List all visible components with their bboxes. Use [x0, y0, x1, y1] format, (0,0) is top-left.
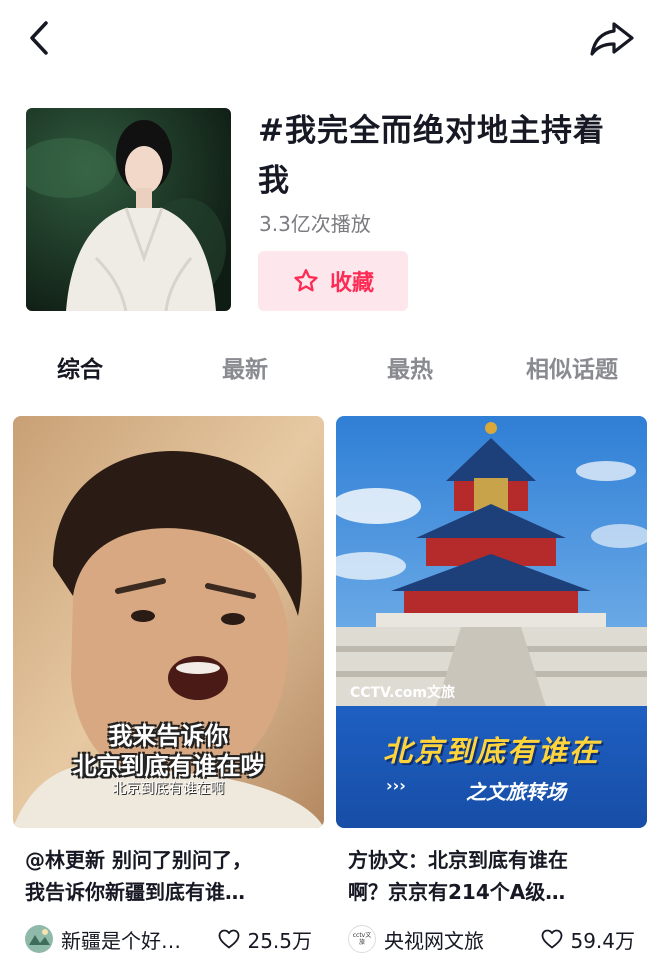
- video-card[interactable]: CCTV.com文旅 北京到底有谁在 ››› 之文旅转场 方协文：北京到底有谁在…: [336, 416, 647, 965]
- favorite-button[interactable]: 收藏: [258, 251, 408, 311]
- video-card[interactable]: 我来告诉你 北京到底有谁在哕 北京到底有谁在啊 @林更新 别问了别问了， 我告诉…: [13, 416, 324, 965]
- video-description-line2: 我告诉你新疆到底有谁…: [25, 880, 245, 904]
- heart-icon: [542, 929, 563, 949]
- share-arrow-icon: [590, 22, 634, 56]
- cctv-logo: CCTV.com文旅: [350, 685, 455, 701]
- like-count-group[interactable]: 25.5万: [217, 921, 312, 957]
- video-author[interactable]: 新疆是个好…: [25, 921, 181, 957]
- avatar[interactable]: cctv文旅: [348, 925, 376, 953]
- play-count: 3.3亿次播放: [259, 212, 371, 236]
- author-name[interactable]: 央视网文旅: [384, 925, 484, 954]
- avatar[interactable]: [25, 925, 53, 953]
- tab-similar-topics[interactable]: 相似话题: [526, 350, 618, 384]
- video-overlay-subtitle: 之文旅转场: [466, 780, 566, 804]
- tab-hottest[interactable]: 最热: [387, 350, 433, 384]
- video-author[interactable]: cctv文旅 央视网文旅: [348, 921, 484, 957]
- topic-title: #我完全而绝对地主持着 我: [258, 106, 638, 206]
- back-button[interactable]: [22, 18, 58, 58]
- triple-chevron-icon: ›››: [386, 776, 406, 795]
- tab-comprehensive[interactable]: 综合: [57, 350, 103, 384]
- favorite-label: 收藏: [329, 271, 374, 296]
- topic-title-line1: #我完全而绝对地主持着: [258, 113, 605, 149]
- heart-icon: [219, 929, 240, 949]
- video-overlay-line3: 北京到底有谁在啊: [112, 781, 225, 797]
- author-name[interactable]: 新疆是个好…: [61, 925, 181, 954]
- like-count: 59.4万: [570, 928, 635, 953]
- video-description-line1: @林更新 别问了别问了，: [25, 848, 252, 872]
- topic-header: #我完全而绝对地主持着 我 3.3亿次播放 收藏: [0, 100, 660, 320]
- video-description[interactable]: @林更新 别问了别问了， 我告诉你新疆到底有谁…: [25, 844, 315, 908]
- video-description-line1: 方协文：北京到底有谁在: [348, 848, 568, 872]
- share-button[interactable]: [588, 18, 636, 58]
- video-overlay-title: 北京到底有谁在: [382, 734, 600, 768]
- chevron-left-icon: [30, 21, 48, 55]
- tab-bar: 综合 最新 最热 相似话题: [0, 350, 660, 396]
- video-overlay-line2: 北京到底有谁在哕: [72, 752, 265, 780]
- top-bar: [0, 0, 660, 80]
- like-count-group[interactable]: 59.4万: [540, 921, 635, 957]
- avatar-badge-text: cctv文旅: [352, 932, 372, 946]
- star-icon: [294, 269, 318, 292]
- video-thumbnail[interactable]: 我来告诉你 北京到底有谁在哕 北京到底有谁在啊: [13, 416, 324, 828]
- video-thumbnail[interactable]: CCTV.com文旅 北京到底有谁在 ››› 之文旅转场: [336, 416, 647, 828]
- topic-cover-image: [26, 108, 231, 311]
- topic-title-line2: 我: [258, 163, 290, 199]
- video-description[interactable]: 方协文：北京到底有谁在 啊？京京有214个A级…: [348, 844, 638, 908]
- like-count: 25.5万: [247, 928, 312, 953]
- video-description-line2: 啊？京京有214个A级…: [348, 880, 566, 904]
- tab-latest[interactable]: 最新: [222, 350, 268, 384]
